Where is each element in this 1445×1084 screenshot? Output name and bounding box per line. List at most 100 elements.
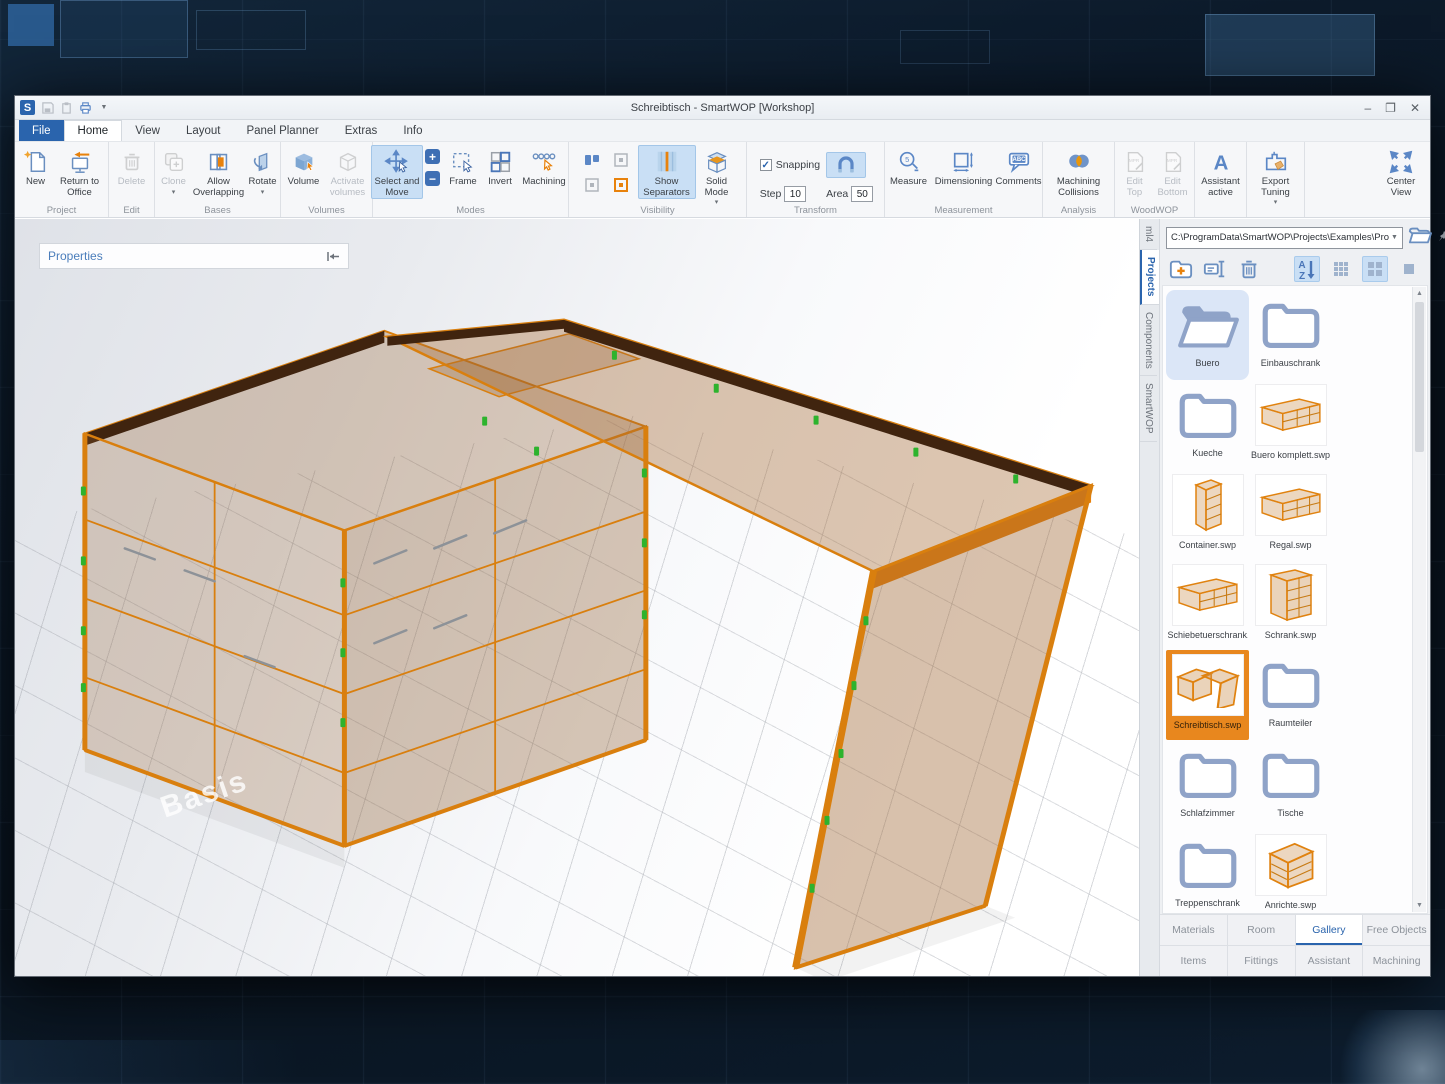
gallery-item-file[interactable]: Schreibtisch.swp xyxy=(1166,650,1249,740)
zoom-in-button[interactable]: + xyxy=(425,149,440,164)
sidebar-tab-projects[interactable]: Projects xyxy=(1140,250,1159,304)
background-tile xyxy=(900,30,990,64)
menu-tab-home[interactable]: Home xyxy=(64,120,123,141)
svg-text:A: A xyxy=(1298,260,1305,271)
gallery-item-file[interactable]: Buero komplett.swp xyxy=(1249,380,1332,470)
gallery-item-file[interactable]: Schrank.swp xyxy=(1249,560,1332,650)
step-input[interactable]: 10 xyxy=(784,186,806,202)
tab-items[interactable]: Items xyxy=(1160,946,1227,976)
menu-tab-info[interactable]: Info xyxy=(390,120,435,141)
sidebar-tab-components[interactable]: Components xyxy=(1140,305,1157,377)
select-and-move-button[interactable]: Select and Move xyxy=(371,145,423,199)
restore-button[interactable]: ❐ xyxy=(1385,102,1396,114)
browse-folder-button[interactable] xyxy=(1408,225,1432,250)
delete-folder-button[interactable] xyxy=(1236,256,1262,282)
close-button[interactable]: ✕ xyxy=(1410,102,1420,114)
gallery-item-file[interactable]: Anrichte.swp xyxy=(1249,830,1332,914)
pin-panel-icon[interactable] xyxy=(327,251,340,262)
path-combobox[interactable]: C:\ProgramData\SmartWOP\Projects\Example… xyxy=(1166,227,1403,249)
path-dropdown-caret[interactable]: ▼ xyxy=(1391,234,1398,241)
invert-button[interactable]: Invert xyxy=(482,145,518,189)
rename-button[interactable] xyxy=(1202,256,1228,282)
menu-tab-panel-planner[interactable]: Panel Planner xyxy=(233,120,331,141)
gallery-item-folder[interactable]: Schlafzimmer xyxy=(1166,740,1249,830)
allow-overlapping-button[interactable]: Allow Overlapping xyxy=(192,145,246,199)
menu-tab-file[interactable]: File xyxy=(19,120,64,141)
gallery-item-folder[interactable]: Treppenschrank xyxy=(1166,830,1249,914)
menu-tab-view[interactable]: View xyxy=(122,120,173,141)
gallery-item-file[interactable]: Regal.swp xyxy=(1249,470,1332,560)
gallery-item-folder[interactable]: Einbauschrank xyxy=(1249,290,1332,380)
return-to-office-button[interactable]: Return to Office xyxy=(54,145,106,199)
properties-panel[interactable]: Properties xyxy=(39,243,349,269)
magnet-snap-button[interactable] xyxy=(826,152,866,178)
dimensioning-button[interactable]: Dimensioning xyxy=(933,145,995,189)
area-label: Area xyxy=(826,188,848,200)
folder-icon xyxy=(1258,747,1324,801)
export-tuning-caret: ▾ xyxy=(1274,198,1278,206)
3d-viewport[interactable]: Basis Properties xyxy=(15,219,1139,976)
frame-button[interactable]: Frame xyxy=(444,145,482,189)
machining-button[interactable]: Machining xyxy=(518,145,570,189)
volume-button[interactable]: Volume xyxy=(283,145,325,189)
menu-tab-extras[interactable]: Extras xyxy=(332,120,391,141)
folder-icon xyxy=(1256,654,1326,714)
folder-icon xyxy=(1173,294,1243,354)
minimize-button[interactable]: – xyxy=(1364,102,1371,114)
machining-collisions-button[interactable]: Machining Collisions xyxy=(1047,145,1111,199)
zoom-out-button[interactable]: − xyxy=(425,171,440,186)
gallery-item-folder[interactable]: Tische xyxy=(1249,740,1332,830)
new-button[interactable]: New xyxy=(18,145,54,189)
selected-visibility-icon[interactable] xyxy=(613,177,629,193)
gallery-item-label: Schlafzimmer xyxy=(1180,808,1235,818)
clone-button[interactable]: Clone ▾ xyxy=(156,145,192,197)
gallery-item-file[interactable]: Schiebetuerschrank... xyxy=(1166,560,1249,650)
grid-small-view-button[interactable] xyxy=(1328,256,1354,282)
solid-mode-button[interactable]: Solid Mode ▾ xyxy=(696,145,738,207)
delete-button[interactable]: Delete xyxy=(112,145,152,189)
gallery-item-folder[interactable]: Raumteiler xyxy=(1249,650,1332,740)
panels-visibility-icon[interactable] xyxy=(584,152,600,168)
sidebar-tab-ml4[interactable]: ml4 xyxy=(1140,219,1157,250)
scrollbar-thumb[interactable] xyxy=(1415,302,1424,452)
sort-az-button[interactable]: AZ xyxy=(1294,256,1320,282)
tab-machining[interactable]: Machining xyxy=(1362,946,1430,976)
volume-cube-icon xyxy=(291,148,317,176)
grid-large-view-button[interactable] xyxy=(1362,256,1388,282)
sidebar-tab-smartwop[interactable]: SmartWOP xyxy=(1140,376,1157,442)
ribbon-group-modes: Select and Move + − Frame Invert xyxy=(373,142,569,217)
tab-fittings[interactable]: Fittings xyxy=(1227,946,1295,976)
assistant-active-button[interactable]: A Assistant active xyxy=(1197,145,1245,199)
gallery-item-folder[interactable]: Buero xyxy=(1166,290,1249,380)
pin-sidebar-button[interactable] xyxy=(1437,229,1445,247)
tab-assistant[interactable]: Assistant xyxy=(1295,946,1363,976)
export-tuning-button[interactable]: Export Tuning ▾ xyxy=(1251,145,1301,207)
center-view-button[interactable]: Center View xyxy=(1375,145,1427,199)
show-separators-button[interactable]: Show Separators xyxy=(638,145,696,199)
scroll-down-arrow[interactable]: ▼ xyxy=(1413,899,1426,912)
measure-button[interactable]: 5 Measure xyxy=(885,145,933,189)
edit-bottom-button[interactable]: MPR Edit Bottom xyxy=(1153,145,1193,199)
tab-free-objects[interactable]: Free Objects xyxy=(1362,915,1430,945)
gallery-item-file[interactable]: Container.swp xyxy=(1166,470,1249,560)
single-view-button[interactable] xyxy=(1396,256,1422,282)
activate-volumes-button[interactable]: Activate volumes xyxy=(325,145,371,199)
tab-materials[interactable]: Materials xyxy=(1160,915,1227,945)
comments-button[interactable]: ABC Comments xyxy=(995,145,1043,189)
scroll-up-arrow[interactable]: ▲ xyxy=(1413,287,1426,300)
add-folder-button[interactable] xyxy=(1168,256,1194,282)
tab-gallery[interactable]: Gallery xyxy=(1295,915,1363,945)
edit-top-button[interactable]: MPR Edit Top xyxy=(1117,145,1153,199)
gallery-item-folder[interactable]: Kueche xyxy=(1166,380,1249,470)
background-glow xyxy=(1330,1010,1445,1084)
snapping-checkbox[interactable]: ✓ Snapping xyxy=(760,159,820,171)
gallery-scrollbar[interactable]: ▲ ▼ xyxy=(1412,287,1426,912)
tab-room[interactable]: Room xyxy=(1227,915,1295,945)
area-input[interactable]: 50 xyxy=(851,186,873,202)
rotate-button[interactable]: Rotate ▾ xyxy=(246,145,280,197)
fittings-visibility-icon[interactable] xyxy=(613,152,629,168)
folder-open-icon xyxy=(1175,297,1241,351)
dowels-visibility-icon[interactable] xyxy=(584,177,600,193)
menu-tab-layout[interactable]: Layout xyxy=(173,120,234,141)
gallery-item-label: Buero xyxy=(1195,358,1219,368)
